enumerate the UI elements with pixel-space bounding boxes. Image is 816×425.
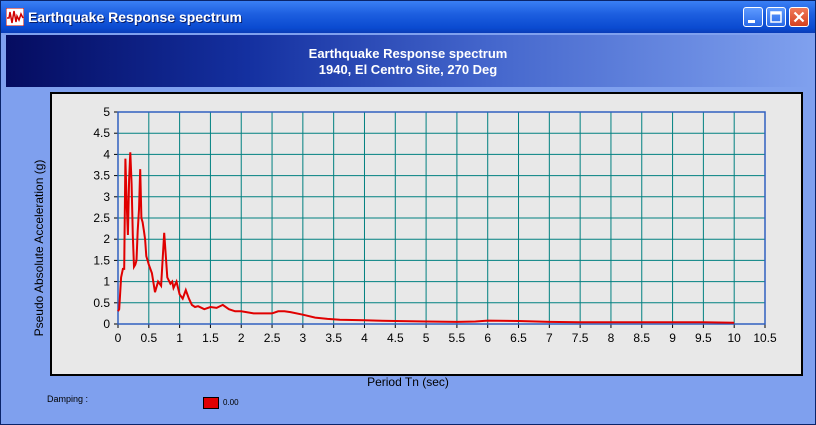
x-tick-label: 1.5 bbox=[202, 331, 219, 345]
y-tick-label: 0.5 bbox=[93, 296, 110, 310]
x-tick-label: 10.5 bbox=[753, 331, 777, 345]
x-tick-label: 1 bbox=[176, 331, 183, 345]
chart-title-line1: Earthquake Response spectrum bbox=[308, 46, 508, 61]
x-tick-label: 10 bbox=[728, 331, 742, 345]
minimize-button[interactable] bbox=[743, 7, 763, 27]
maximize-icon bbox=[770, 11, 782, 23]
y-tick-label: 3.5 bbox=[93, 169, 110, 183]
legend-series-label: 0.00 bbox=[223, 398, 239, 407]
x-tick-label: 9.5 bbox=[695, 331, 712, 345]
x-tick-label: 4 bbox=[361, 331, 368, 345]
y-tick-label: 3 bbox=[103, 190, 110, 204]
y-tick-label: 5 bbox=[103, 105, 110, 119]
y-tick-label: 1.5 bbox=[93, 253, 110, 267]
y-axis-label: Pseudo Absolute Acceleration (g) bbox=[32, 159, 46, 337]
close-button[interactable] bbox=[789, 7, 809, 27]
x-tick-label: 0.5 bbox=[140, 331, 157, 345]
seismograph-app-icon bbox=[6, 8, 24, 26]
x-tick-label: 4.5 bbox=[387, 331, 404, 345]
client-area: Earthquake Response spectrum 1940, El Ce… bbox=[4, 33, 812, 422]
x-tick-label: 0 bbox=[115, 331, 122, 345]
main-window: Earthquake Response spectrum Earthquake … bbox=[0, 0, 816, 425]
y-tick-label: 4.5 bbox=[93, 126, 110, 140]
title-bar[interactable]: Earthquake Response spectrum bbox=[1, 1, 815, 33]
x-tick-label: 8.5 bbox=[633, 331, 650, 345]
close-icon bbox=[793, 11, 805, 23]
chart-header-banner: Earthquake Response spectrum 1940, El Ce… bbox=[6, 35, 810, 87]
x-tick-label: 6.5 bbox=[510, 331, 527, 345]
x-tick-label: 2.5 bbox=[264, 331, 281, 345]
x-axis-label: Period Tn (sec) bbox=[367, 375, 449, 389]
response-spectrum-chart: 0 0.5 1 1.5 2 2.5 3 3.5 4 4.5 5 5.5 6 6.5 7 7.5 8 8.5 9 9.5… bbox=[50, 92, 803, 376]
y-tick-label: 2.5 bbox=[93, 211, 110, 225]
y-tick-label: 4 bbox=[103, 147, 110, 161]
x-tick-label: 8 bbox=[608, 331, 615, 345]
chart-title-line2: 1940, El Centro Site, 270 Deg bbox=[318, 62, 498, 77]
x-tick-label: 9 bbox=[669, 331, 676, 345]
x-tick-label: 5.5 bbox=[449, 331, 466, 345]
x-tick-label: 5 bbox=[423, 331, 430, 345]
x-tick-label: 7.5 bbox=[572, 331, 589, 345]
x-tick-label: 3 bbox=[300, 331, 307, 345]
minimize-icon bbox=[748, 20, 755, 23]
window-title: Earthquake Response spectrum bbox=[28, 9, 242, 25]
x-tick-label: 6 bbox=[484, 331, 491, 345]
y-tick-label: 2 bbox=[103, 232, 110, 246]
y-tick-label: 1 bbox=[103, 275, 110, 289]
maximize-button[interactable] bbox=[766, 7, 786, 27]
x-tick-label: 7 bbox=[546, 331, 553, 345]
x-tick-label: 2 bbox=[238, 331, 245, 345]
y-tick-label: 0 bbox=[103, 317, 110, 331]
chart-panel: 0 0.5 1 1.5 2 2.5 3 3.5 4 4.5 5 5.5 6 6.5 7 7.5 8 8.5 9 9.5… bbox=[50, 92, 804, 377]
damping-label: Damping : bbox=[47, 394, 89, 404]
legend-swatch bbox=[203, 397, 219, 409]
x-tick-label: 3.5 bbox=[325, 331, 342, 345]
